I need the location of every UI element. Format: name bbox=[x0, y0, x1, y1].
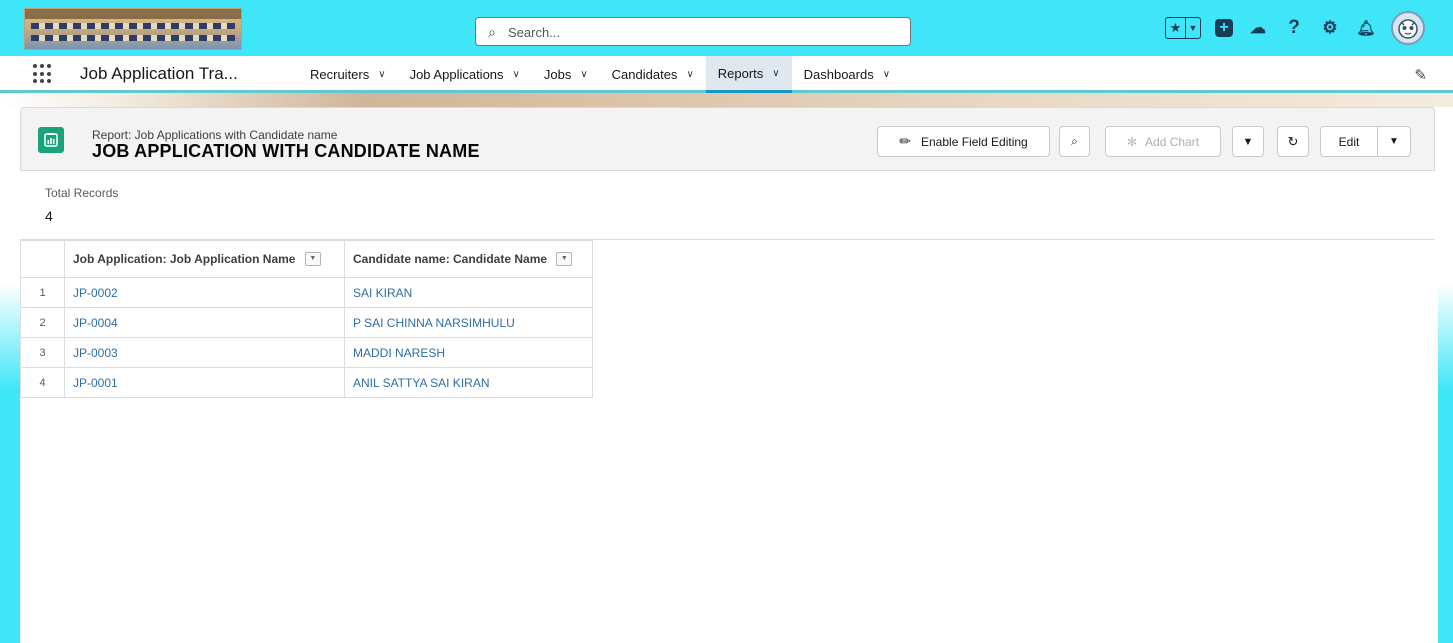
bell-icon[interactable]: 🔔︎ bbox=[1355, 17, 1377, 39]
add-chart-button[interactable]: ✻ Add Chart bbox=[1105, 126, 1221, 157]
candidate-link[interactable]: P SAI CHINNA NARSIMHULU bbox=[353, 316, 515, 330]
candidate-cell: MADDI NARESH bbox=[344, 337, 593, 368]
side-accent-right bbox=[1438, 283, 1453, 643]
table-row: 3 JP-0003 MADDI NARESH bbox=[20, 337, 593, 368]
chevron-down-icon[interactable]: ∨ bbox=[772, 68, 779, 79]
side-accent-left bbox=[0, 283, 20, 643]
report-header: Report: Job Applications with Candidate … bbox=[20, 107, 1435, 171]
row-number: 3 bbox=[20, 337, 65, 368]
job-application-cell: JP-0004 bbox=[64, 307, 345, 338]
nav-item-label: Job Applications bbox=[409, 67, 504, 82]
total-records-value: 4 bbox=[45, 208, 53, 224]
gear-icon[interactable]: ⚙ bbox=[1319, 17, 1341, 39]
avatar[interactable] bbox=[1391, 11, 1425, 45]
enable-field-editing-button[interactable]: ✏︎ Enable Field Editing bbox=[877, 126, 1050, 157]
global-header: ⌕ ★ ▼ + ☁ ? ⚙ 🔔︎ bbox=[0, 0, 1453, 56]
column-header-label: Job Application: Job Application Name bbox=[73, 251, 296, 266]
favorites-group: ★ ▼ bbox=[1165, 17, 1201, 39]
global-search[interactable]: ⌕ bbox=[475, 17, 911, 46]
job-application-link[interactable]: JP-0001 bbox=[73, 376, 118, 390]
nav-item-label: Dashboards bbox=[803, 67, 874, 82]
job-application-cell: JP-0001 bbox=[64, 367, 345, 398]
column-menu-icon[interactable]: ▼ bbox=[304, 252, 321, 267]
filter-button[interactable]: ▼ bbox=[1232, 126, 1264, 157]
nav-item-label: Jobs bbox=[543, 67, 572, 82]
plus-icon[interactable]: + bbox=[1215, 19, 1233, 37]
table-header-row: Job Application: Job Application Name ▼ … bbox=[20, 240, 593, 278]
chevron-down-icon[interactable]: ∨ bbox=[513, 69, 520, 80]
org-logo[interactable] bbox=[24, 8, 242, 50]
nav-item-label: Reports bbox=[717, 65, 764, 81]
table-row: 1 JP-0002 SAI KIRAN bbox=[20, 277, 593, 308]
chevron-down-icon[interactable]: ∨ bbox=[580, 69, 587, 80]
edit-report-button[interactable]: Edit bbox=[1320, 126, 1378, 157]
column-header-job-application[interactable]: Job Application: Job Application Name ▼ bbox=[64, 240, 345, 278]
pencil-icon: ✏︎ bbox=[899, 133, 911, 149]
job-application-link[interactable]: JP-0004 bbox=[73, 316, 118, 330]
chevron-down-icon[interactable]: ▼ bbox=[1186, 18, 1200, 38]
refresh-button[interactable]: ↻ bbox=[1277, 126, 1309, 157]
enable-field-editing-label: Enable Field Editing bbox=[921, 134, 1028, 149]
more-actions-button[interactable]: ▼ bbox=[1377, 126, 1411, 157]
header-utility-icons: ★ ▼ + ☁ ? ⚙ 🔔︎ bbox=[1165, 10, 1425, 46]
report-icon bbox=[38, 127, 64, 153]
nav-item-candidates[interactable]: Candidates ∨ bbox=[600, 56, 706, 93]
row-number: 1 bbox=[20, 277, 65, 308]
candidate-cell: ANIL SATTYA SAI KIRAN bbox=[344, 367, 593, 398]
job-application-cell: JP-0002 bbox=[64, 277, 345, 308]
report-title: JOB APPLICATION WITH CANDIDATE NAME bbox=[92, 141, 480, 161]
row-number: 2 bbox=[20, 307, 65, 338]
candidate-cell: P SAI CHINNA NARSIMHULU bbox=[344, 307, 593, 338]
chevron-down-icon[interactable]: ∨ bbox=[378, 69, 385, 80]
search-report-button[interactable]: ⌕ bbox=[1059, 126, 1090, 157]
help-icon[interactable]: ? bbox=[1283, 17, 1305, 39]
edit-label: Edit bbox=[1338, 134, 1360, 149]
row-number-header bbox=[20, 240, 65, 278]
chevron-down-icon: ▼ bbox=[1389, 136, 1399, 147]
app-launcher-icon[interactable] bbox=[33, 64, 53, 84]
nav-item-job-applications[interactable]: Job Applications ∨ bbox=[398, 56, 532, 93]
report-type-subtitle: Report: Job Applications with Candidate … bbox=[92, 128, 338, 142]
nav-item-recruiters[interactable]: Recruiters ∨ bbox=[298, 56, 398, 93]
nav-item-dashboards[interactable]: Dashboards ∨ bbox=[792, 56, 902, 93]
total-records-label: Total Records bbox=[45, 186, 119, 200]
row-number: 4 bbox=[20, 367, 65, 398]
nav-item-label: Candidates bbox=[611, 67, 678, 82]
table-row: 4 JP-0001 ANIL SATTYA SAI KIRAN bbox=[20, 367, 593, 398]
nav-item-label: Recruiters bbox=[310, 67, 370, 82]
candidate-link[interactable]: ANIL SATTYA SAI KIRAN bbox=[353, 376, 489, 390]
chevron-down-icon[interactable]: ∨ bbox=[883, 69, 890, 80]
nav-item-reports[interactable]: Reports ∨ bbox=[705, 56, 792, 93]
chevron-down-icon[interactable]: ∨ bbox=[686, 69, 693, 80]
table-row: 2 JP-0004 P SAI CHINNA NARSIMHULU bbox=[20, 307, 593, 338]
search-icon: ⌕ bbox=[1071, 134, 1078, 148]
job-application-link[interactable]: JP-0002 bbox=[73, 286, 118, 300]
candidate-link[interactable]: MADDI NARESH bbox=[353, 346, 445, 360]
job-application-cell: JP-0003 bbox=[64, 337, 345, 368]
column-header-label: Candidate name: Candidate Name bbox=[353, 251, 548, 266]
app-name: Job Application Tra... bbox=[80, 64, 238, 83]
column-menu-icon[interactable]: ▼ bbox=[556, 252, 573, 267]
search-icon: ⌕ bbox=[488, 24, 496, 40]
candidate-cell: SAI KIRAN bbox=[344, 277, 593, 308]
nav-item-jobs[interactable]: Jobs ∨ bbox=[532, 56, 600, 93]
edit-nav-pencil-icon[interactable]: ✎ bbox=[1414, 66, 1427, 84]
add-chart-label: Add Chart bbox=[1145, 134, 1200, 149]
job-application-link[interactable]: JP-0003 bbox=[73, 346, 118, 360]
column-header-candidate-name[interactable]: Candidate name: Candidate Name ▼ bbox=[344, 240, 593, 278]
chart-icon: ✻ bbox=[1126, 134, 1138, 149]
search-input[interactable] bbox=[508, 22, 898, 42]
report-table: Job Application: Job Application Name ▼ … bbox=[20, 240, 593, 398]
decorative-banner bbox=[0, 93, 1453, 107]
refresh-icon: ↻ bbox=[1287, 133, 1299, 149]
nav-items: Recruiters ∨ Job Applications ∨ Jobs ∨ C… bbox=[298, 56, 902, 93]
trailhead-icon[interactable]: ☁ bbox=[1247, 17, 1269, 39]
filter-icon: ▼ bbox=[1242, 135, 1254, 148]
candidate-link[interactable]: SAI KIRAN bbox=[353, 286, 412, 300]
star-icon[interactable]: ★ bbox=[1166, 18, 1186, 38]
app-nav-bar: Job Application Tra... Recruiters ∨ Job … bbox=[0, 56, 1453, 93]
user-avatar-icon bbox=[1398, 19, 1418, 39]
